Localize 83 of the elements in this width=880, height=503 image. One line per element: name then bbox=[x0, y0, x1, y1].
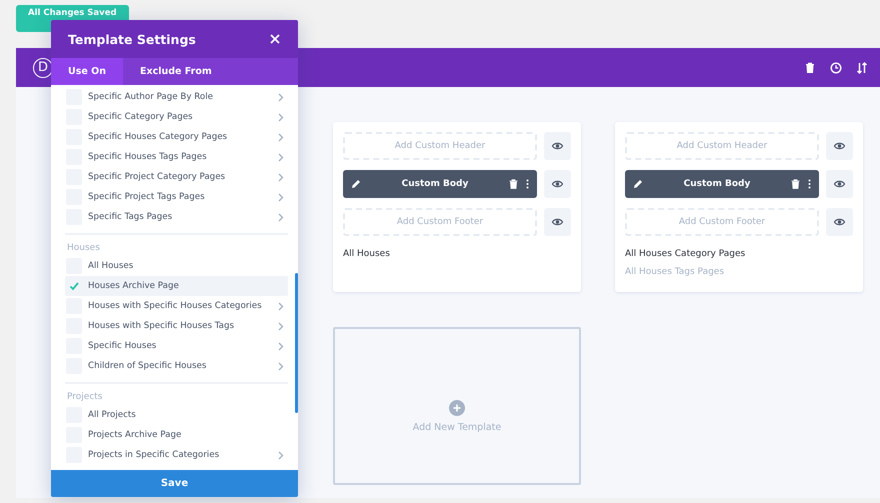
option-label: Specific Houses Category Pages bbox=[88, 132, 228, 142]
dialog-title: Template Settings bbox=[68, 32, 196, 46]
visibility-toggle[interactable] bbox=[544, 170, 571, 198]
option-label: All Houses bbox=[88, 261, 134, 271]
chevron-right-icon[interactable] bbox=[278, 342, 284, 350]
chevron-right-icon[interactable] bbox=[278, 192, 284, 202]
chevron-right-icon[interactable] bbox=[278, 172, 284, 182]
eye-icon bbox=[833, 216, 846, 228]
option-row[interactable]: Projects Archive Page bbox=[65, 425, 288, 445]
more-icon[interactable] bbox=[808, 179, 811, 189]
option-row[interactable]: Children of Specific Houses bbox=[65, 356, 288, 376]
option-row[interactable]: Specific Tags Pages bbox=[65, 207, 288, 227]
option-label: Specific Project Category Pages bbox=[88, 172, 226, 182]
option-row[interactable]: Specific Houses Tags Pages bbox=[65, 147, 288, 167]
trash-icon[interactable] bbox=[509, 179, 518, 189]
tab[interactable]: Exclude From bbox=[122, 58, 229, 85]
scrollbar[interactable] bbox=[295, 273, 298, 413]
option-label: Specific Houses bbox=[88, 341, 158, 351]
chevron-right-icon[interactable] bbox=[278, 132, 284, 142]
pencil-icon[interactable] bbox=[633, 179, 643, 189]
option-label: Specific Houses Tags Pages bbox=[88, 152, 208, 162]
option-label: Specific Project Tags Pages bbox=[88, 192, 206, 202]
option-row[interactable]: Specific Houses bbox=[65, 336, 288, 356]
chevron-right-icon[interactable] bbox=[278, 92, 284, 102]
custom-body-bar[interactable]: Custom Body bbox=[343, 170, 537, 198]
add-template-label: Add New Template bbox=[412, 422, 502, 432]
eye-icon bbox=[833, 140, 846, 152]
option-row[interactable]: Houses with Specific Houses Categories bbox=[65, 296, 288, 316]
more-icon[interactable] bbox=[526, 179, 529, 189]
clock-icon[interactable] bbox=[830, 62, 842, 74]
option-row[interactable]: Specific Houses Category Pages bbox=[65, 127, 288, 147]
assignment-text: All Houses Tags Pages bbox=[625, 267, 726, 277]
assignment-text: All Houses bbox=[343, 249, 391, 259]
option-label: Specific Author Page By Role bbox=[88, 92, 214, 102]
visibility-toggle[interactable] bbox=[826, 132, 853, 160]
option-row[interactable]: All Houses bbox=[65, 256, 288, 276]
option-label: Houses Archive Page bbox=[88, 281, 180, 291]
tab[interactable]: Use On bbox=[51, 58, 123, 85]
chevron-right-icon[interactable] bbox=[278, 450, 284, 460]
sort-icon[interactable] bbox=[856, 62, 868, 74]
plus-icon bbox=[449, 400, 465, 416]
eye-icon bbox=[551, 178, 564, 190]
visibility-toggle[interactable] bbox=[826, 208, 853, 236]
option-row[interactable]: Houses with Specific Houses Tags bbox=[65, 316, 288, 336]
assignment-text: All Houses Category Pages bbox=[625, 249, 746, 259]
chevron-right-icon[interactable] bbox=[278, 302, 284, 310]
visibility-toggle[interactable] bbox=[544, 208, 571, 236]
visibility-toggle[interactable] bbox=[544, 132, 571, 160]
trash-icon[interactable] bbox=[804, 62, 816, 74]
option-label: Specific Tags Pages bbox=[88, 212, 174, 222]
option-row[interactable]: Specific Project Tags Pages bbox=[65, 187, 288, 207]
chevron-right-icon[interactable] bbox=[278, 322, 284, 330]
pencil-icon[interactable] bbox=[351, 179, 361, 189]
option-row[interactable]: Specific Author Page By Role bbox=[65, 87, 288, 107]
option-row[interactable]: All Projects bbox=[65, 405, 288, 425]
option-label: Houses with Specific Houses Categories bbox=[88, 301, 263, 311]
option-label: Specific Category Pages bbox=[88, 112, 194, 122]
option-label: Children of Specific Houses bbox=[88, 361, 208, 371]
eye-icon bbox=[551, 140, 564, 152]
eye-icon bbox=[551, 216, 564, 228]
option-row[interactable]: Specific Project Category Pages bbox=[65, 167, 288, 187]
chevron-right-icon[interactable] bbox=[278, 112, 284, 122]
custom-body-bar[interactable]: Custom Body bbox=[625, 170, 819, 198]
option-row[interactable]: Houses Archive Page bbox=[65, 276, 288, 296]
trash-icon[interactable] bbox=[791, 179, 800, 189]
option-row[interactable]: Specific Category Pages bbox=[65, 107, 288, 127]
chevron-right-icon[interactable] bbox=[278, 362, 284, 370]
custom-body-label: Custom Body bbox=[400, 179, 470, 189]
check-icon bbox=[69, 281, 79, 291]
group-heading: Projects bbox=[66, 391, 104, 404]
visibility-toggle[interactable] bbox=[826, 170, 853, 198]
eye-icon bbox=[833, 178, 846, 190]
chevron-right-icon[interactable] bbox=[278, 152, 284, 162]
option-label: Projects in Specific Categories bbox=[88, 450, 220, 460]
option-row[interactable]: Projects in Specific Categories bbox=[65, 445, 288, 465]
option-label: Houses with Specific Houses Tags bbox=[88, 321, 236, 331]
option-label: All Projects bbox=[88, 410, 137, 420]
chevron-right-icon[interactable] bbox=[278, 212, 284, 222]
option-label: Projects Archive Page bbox=[88, 430, 182, 440]
group-heading: Houses bbox=[66, 242, 101, 255]
custom-body-label: Custom Body bbox=[682, 179, 752, 189]
close-icon[interactable] bbox=[269, 33, 281, 45]
save-button[interactable]: Save bbox=[51, 470, 298, 497]
